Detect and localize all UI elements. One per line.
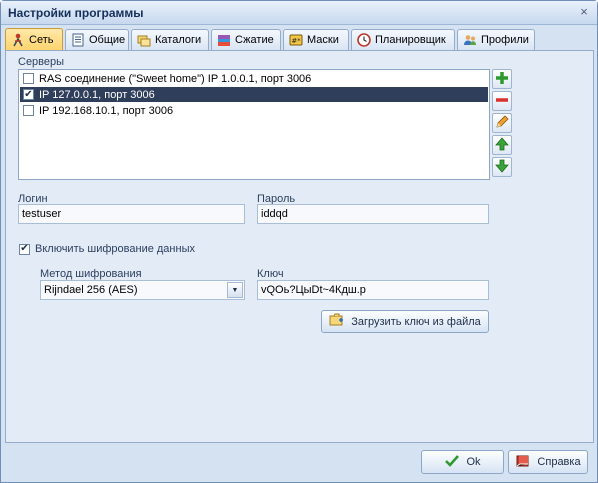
tab-label: Каталоги	[155, 34, 202, 46]
tab-label: Планировщик	[375, 34, 446, 46]
tab-compression[interactable]: Сжатие	[211, 29, 281, 50]
list-item[interactable]: RAS соединение ("Sweet home") IP 1.0.0.1…	[20, 71, 488, 86]
tab-label: Сеть	[29, 34, 54, 46]
help-book-icon	[515, 453, 531, 472]
encryption-method-select[interactable]: Rijndael 256 (AES) ▼	[40, 280, 245, 300]
ok-label: Ok	[466, 456, 481, 468]
title-bar: Настройки программы ×	[1, 1, 597, 25]
window-title: Настройки программы	[8, 6, 144, 20]
network-person-icon	[11, 33, 25, 47]
key-field[interactable]: vQOь?ЦыDt~4Кдш.р	[257, 280, 489, 300]
tab-folders[interactable]: Каталоги	[131, 29, 209, 50]
tab-scheduler[interactable]: Планировщик	[351, 29, 455, 50]
move-down-button[interactable]	[492, 157, 512, 177]
mask-icon: #*	[289, 33, 303, 47]
tab-label: Общие	[89, 34, 126, 46]
add-icon	[494, 70, 510, 89]
tab-masks[interactable]: #* Маски	[283, 29, 349, 50]
encryption-checkbox[interactable]: ✔	[19, 243, 30, 255]
settings-window: Настройки программы × Сеть Общие Каталог…	[0, 0, 598, 483]
servers-list[interactable]: RAS соединение ("Sweet home") IP 1.0.0.1…	[18, 69, 490, 180]
svg-text:#*: #*	[291, 37, 301, 45]
document-icon	[71, 33, 85, 47]
close-button[interactable]: ×	[577, 5, 591, 19]
method-label: Метод шифрования	[40, 268, 142, 280]
server-text: IP 127.0.0.1, порт 3006	[39, 88, 155, 101]
help-label: Справка	[537, 456, 581, 468]
add-server-button[interactable]	[492, 69, 512, 89]
tab-label: Сжатие	[235, 34, 274, 46]
tab-label: Маски	[307, 34, 339, 46]
remove-icon	[494, 92, 510, 111]
edit-server-button[interactable]	[492, 113, 512, 133]
login-field[interactable]: testuser	[18, 204, 245, 224]
server-text: IP 192.168.10.1, порт 3006	[39, 104, 174, 117]
ok-button[interactable]: Ok	[421, 450, 504, 474]
servers-label: Серверы	[18, 56, 65, 68]
load-key-label: Загрузить ключ из файла	[351, 315, 481, 328]
method-value: Rijndael 256 (AES)	[44, 284, 138, 296]
folders-icon	[137, 33, 151, 47]
server-text: RAS соединение ("Sweet home") IP 1.0.0.1…	[39, 72, 312, 85]
server-checkbox[interactable]: ✔	[23, 89, 34, 100]
move-up-icon	[494, 136, 510, 155]
key-label: Ключ	[257, 268, 284, 280]
load-folder-icon	[329, 312, 345, 331]
encryption-checkbox-label: Включить шифрование данных	[35, 243, 195, 255]
tab-strip: Сеть Общие Каталоги Сжатие #* Маски План…	[5, 28, 595, 51]
edit-icon	[494, 114, 510, 133]
help-button[interactable]: Справка	[508, 450, 588, 474]
password-field[interactable]: iddqd	[257, 204, 489, 224]
move-down-icon	[494, 158, 510, 177]
users-icon	[463, 33, 477, 47]
network-tab-panel: Серверы RAS соединение ("Sweet home") IP…	[5, 50, 594, 443]
remove-server-button[interactable]	[492, 91, 512, 111]
server-checkbox[interactable]	[23, 105, 34, 116]
load-key-button[interactable]: Загрузить ключ из файла	[321, 310, 489, 333]
chevron-down-icon[interactable]: ▼	[227, 282, 243, 298]
encryption-toggle[interactable]: ✔ Включить шифрование данных	[19, 243, 195, 255]
tab-label: Профили	[481, 34, 529, 46]
move-up-button[interactable]	[492, 135, 512, 155]
tab-profiles[interactable]: Профили	[457, 29, 535, 50]
compression-icon	[217, 33, 231, 47]
checkmark-icon	[444, 453, 460, 472]
clock-icon	[357, 33, 371, 47]
list-item[interactable]: ✔ IP 127.0.0.1, порт 3006	[20, 87, 488, 102]
server-checkbox[interactable]	[23, 73, 34, 84]
tab-network[interactable]: Сеть	[5, 28, 63, 51]
tab-general[interactable]: Общие	[65, 29, 129, 50]
list-item[interactable]: IP 192.168.10.1, порт 3006	[20, 103, 488, 118]
